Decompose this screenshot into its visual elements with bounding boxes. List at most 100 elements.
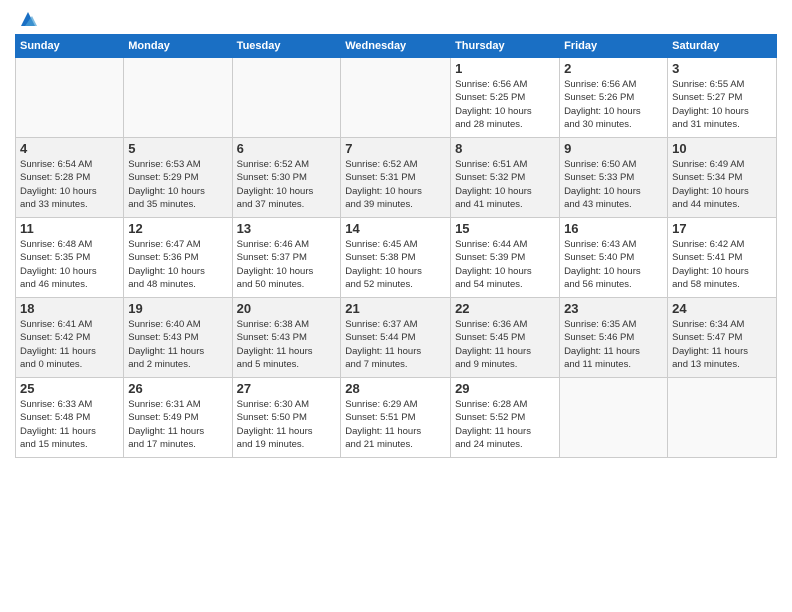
- calendar-cell: 13 Sunrise: 6:46 AM Sunset: 5:37 PM Dayli…: [232, 218, 341, 298]
- calendar-cell: 14 Sunrise: 6:45 AM Sunset: 5:38 PM Dayli…: [341, 218, 451, 298]
- day-info: Sunrise: 6:47 AM Sunset: 5:36 PM Dayligh…: [128, 238, 227, 291]
- day-info: Sunrise: 6:46 AM Sunset: 5:37 PM Dayligh…: [237, 238, 337, 291]
- day-number: 15: [455, 221, 555, 236]
- day-info: Sunrise: 6:41 AM Sunset: 5:42 PM Dayligh…: [20, 318, 119, 371]
- day-number: 11: [20, 221, 119, 236]
- calendar-cell: [341, 58, 451, 138]
- day-number: 9: [564, 141, 663, 156]
- day-number: 6: [237, 141, 337, 156]
- day-number: 2: [564, 61, 663, 76]
- day-info: Sunrise: 6:38 AM Sunset: 5:43 PM Dayligh…: [237, 318, 337, 371]
- day-number: 16: [564, 221, 663, 236]
- day-info: Sunrise: 6:56 AM Sunset: 5:25 PM Dayligh…: [455, 78, 555, 131]
- day-number: 29: [455, 381, 555, 396]
- calendar-cell: 19Sunrise: 6:40 AM Sunset: 5:43 PM Dayli…: [124, 298, 232, 378]
- calendar-cell: 4 Sunrise: 6:54 AM Sunset: 5:28 PM Daylig…: [16, 138, 124, 218]
- calendar-cell: 11 Sunrise: 6:48 AM Sunset: 5:35 PM Dayli…: [16, 218, 124, 298]
- day-number: 10: [672, 141, 772, 156]
- day-info: Sunrise: 6:51 AM Sunset: 5:32 PM Dayligh…: [455, 158, 555, 211]
- calendar-cell: 5 Sunrise: 6:53 AM Sunset: 5:29 PM Daylig…: [124, 138, 232, 218]
- day-info: Sunrise: 6:56 AM Sunset: 5:26 PM Dayligh…: [564, 78, 663, 131]
- calendar-cell: 25 Sunrise: 6:33 AM Sunset: 5:48 PM Dayli…: [16, 378, 124, 458]
- calendar-cell: [232, 58, 341, 138]
- day-info: Sunrise: 6:30 AM Sunset: 5:50 PM Dayligh…: [237, 398, 337, 451]
- calendar-cell: 17 Sunrise: 6:42 AM Sunset: 5:41 PM Dayli…: [668, 218, 777, 298]
- calendar-cell: 24 Sunrise: 6:34 AM Sunset: 5:47 PM Dayli…: [668, 298, 777, 378]
- weekday-header: Wednesday: [341, 35, 451, 58]
- calendar-cell: 7 Sunrise: 6:52 AM Sunset: 5:31 PM Daylig…: [341, 138, 451, 218]
- calendar-week-row: 4 Sunrise: 6:54 AM Sunset: 5:28 PM Daylig…: [16, 138, 777, 218]
- day-info: Sunrise: 6:34 AM Sunset: 5:47 PM Dayligh…: [672, 318, 772, 371]
- day-number: 5: [128, 141, 227, 156]
- weekday-header: Monday: [124, 35, 232, 58]
- day-number: 27: [237, 381, 337, 396]
- calendar-cell: 18 Sunrise: 6:41 AM Sunset: 5:42 PM Dayli…: [16, 298, 124, 378]
- day-number: 21: [345, 301, 446, 316]
- calendar-header-row: SundayMondayTuesdayWednesdayThursdayFrid…: [16, 35, 777, 58]
- calendar-cell: [560, 378, 668, 458]
- calendar-cell: 26 Sunrise: 6:31 AM Sunset: 5:49 PM Dayli…: [124, 378, 232, 458]
- day-info: Sunrise: 6:45 AM Sunset: 5:38 PM Dayligh…: [345, 238, 446, 291]
- calendar-cell: 8 Sunrise: 6:51 AM Sunset: 5:32 PM Daylig…: [451, 138, 560, 218]
- day-info: Sunrise: 6:31 AM Sunset: 5:49 PM Dayligh…: [128, 398, 227, 451]
- day-info: Sunrise: 6:49 AM Sunset: 5:34 PM Dayligh…: [672, 158, 772, 211]
- day-info: Sunrise: 6:33 AM Sunset: 5:48 PM Dayligh…: [20, 398, 119, 451]
- day-info: Sunrise: 6:52 AM Sunset: 5:30 PM Dayligh…: [237, 158, 337, 211]
- calendar-cell: [124, 58, 232, 138]
- logo-icon: [17, 8, 39, 30]
- calendar-cell: 27 Sunrise: 6:30 AM Sunset: 5:50 PM Dayli…: [232, 378, 341, 458]
- day-number: 7: [345, 141, 446, 156]
- day-number: 26: [128, 381, 227, 396]
- day-number: 24: [672, 301, 772, 316]
- day-info: Sunrise: 6:48 AM Sunset: 5:35 PM Dayligh…: [20, 238, 119, 291]
- day-info: Sunrise: 6:54 AM Sunset: 5:28 PM Dayligh…: [20, 158, 119, 211]
- day-number: 1: [455, 61, 555, 76]
- day-number: 12: [128, 221, 227, 236]
- day-info: Sunrise: 6:29 AM Sunset: 5:51 PM Dayligh…: [345, 398, 446, 451]
- weekday-header: Friday: [560, 35, 668, 58]
- day-number: 19: [128, 301, 227, 316]
- day-number: 20: [237, 301, 337, 316]
- calendar-cell: 6 Sunrise: 6:52 AM Sunset: 5:30 PM Daylig…: [232, 138, 341, 218]
- day-info: Sunrise: 6:52 AM Sunset: 5:31 PM Dayligh…: [345, 158, 446, 211]
- calendar-cell: 28 Sunrise: 6:29 AM Sunset: 5:51 PM Dayli…: [341, 378, 451, 458]
- day-number: 25: [20, 381, 119, 396]
- day-info: Sunrise: 6:35 AM Sunset: 5:46 PM Dayligh…: [564, 318, 663, 371]
- calendar-week-row: 1 Sunrise: 6:56 AM Sunset: 5:25 PM Daylig…: [16, 58, 777, 138]
- day-number: 23: [564, 301, 663, 316]
- day-number: 28: [345, 381, 446, 396]
- calendar-cell: 1 Sunrise: 6:56 AM Sunset: 5:25 PM Daylig…: [451, 58, 560, 138]
- day-number: 18: [20, 301, 119, 316]
- day-number: 3: [672, 61, 772, 76]
- day-info: Sunrise: 6:37 AM Sunset: 5:44 PM Dayligh…: [345, 318, 446, 371]
- calendar-cell: 22Sunrise: 6:36 AM Sunset: 5:45 PM Dayli…: [451, 298, 560, 378]
- calendar-cell: 16 Sunrise: 6:43 AM Sunset: 5:40 PM Dayli…: [560, 218, 668, 298]
- day-number: 13: [237, 221, 337, 236]
- calendar-cell: 15Sunrise: 6:44 AM Sunset: 5:39 PM Dayli…: [451, 218, 560, 298]
- day-number: 22: [455, 301, 555, 316]
- day-info: Sunrise: 6:53 AM Sunset: 5:29 PM Dayligh…: [128, 158, 227, 211]
- day-number: 14: [345, 221, 446, 236]
- calendar-cell: 10 Sunrise: 6:49 AM Sunset: 5:34 PM Dayli…: [668, 138, 777, 218]
- calendar-week-row: 25 Sunrise: 6:33 AM Sunset: 5:48 PM Dayli…: [16, 378, 777, 458]
- calendar-week-row: 18 Sunrise: 6:41 AM Sunset: 5:42 PM Dayli…: [16, 298, 777, 378]
- page-container: SundayMondayTuesdayWednesdayThursdayFrid…: [0, 0, 792, 468]
- calendar-cell: 3Sunrise: 6:55 AM Sunset: 5:27 PM Daylig…: [668, 58, 777, 138]
- day-number: 8: [455, 141, 555, 156]
- day-info: Sunrise: 6:42 AM Sunset: 5:41 PM Dayligh…: [672, 238, 772, 291]
- calendar-table: SundayMondayTuesdayWednesdayThursdayFrid…: [15, 34, 777, 458]
- day-number: 4: [20, 141, 119, 156]
- weekday-header: Saturday: [668, 35, 777, 58]
- calendar-cell: [16, 58, 124, 138]
- day-info: Sunrise: 6:43 AM Sunset: 5:40 PM Dayligh…: [564, 238, 663, 291]
- page-header: [15, 10, 777, 26]
- calendar-cell: 12 Sunrise: 6:47 AM Sunset: 5:36 PM Dayli…: [124, 218, 232, 298]
- day-info: Sunrise: 6:50 AM Sunset: 5:33 PM Dayligh…: [564, 158, 663, 211]
- calendar-cell: 9 Sunrise: 6:50 AM Sunset: 5:33 PM Daylig…: [560, 138, 668, 218]
- calendar-cell: [668, 378, 777, 458]
- logo: [15, 10, 39, 26]
- day-info: Sunrise: 6:28 AM Sunset: 5:52 PM Dayligh…: [455, 398, 555, 451]
- day-number: 17: [672, 221, 772, 236]
- weekday-header: Sunday: [16, 35, 124, 58]
- calendar-cell: 23 Sunrise: 6:35 AM Sunset: 5:46 PM Dayli…: [560, 298, 668, 378]
